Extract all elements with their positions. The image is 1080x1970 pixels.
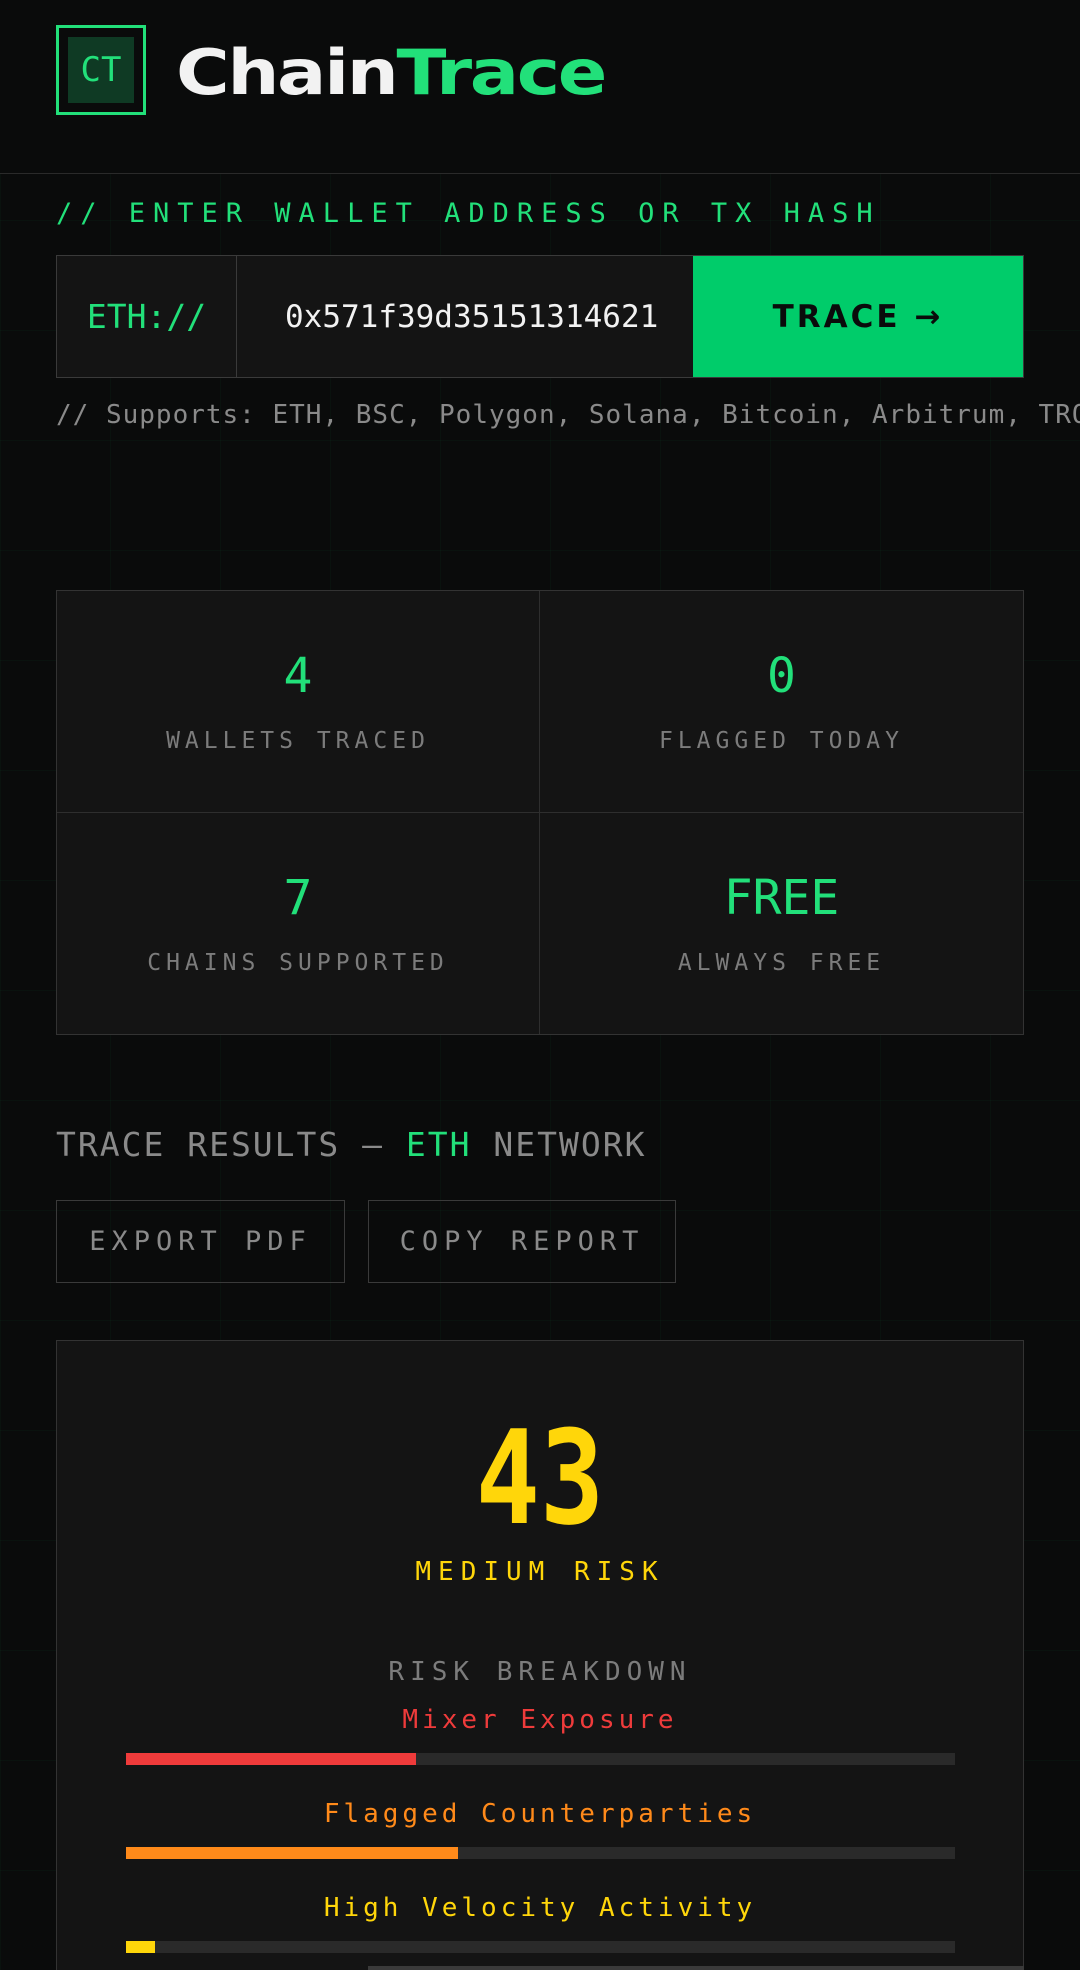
brand-name-part2: Trace [396, 36, 608, 109]
chain-prefix[interactable]: ETH:// [57, 256, 237, 377]
address-input[interactable]: 0x571f39d35151314621 [237, 256, 693, 377]
factor-bar-fill [126, 1847, 458, 1859]
risk-level: MEDIUM RISK [415, 1557, 665, 1587]
factor-label-high-velocity-activity: High Velocity Activity [323, 1893, 757, 1923]
results-title: TRACE RESULTS — ETH NETWORK [56, 1125, 646, 1164]
address-input-value: 0x571f39d35151314621 [285, 298, 659, 335]
stat-label: WALLETS TRACED [166, 728, 430, 755]
results-network: ETH [405, 1125, 472, 1164]
app-header: CT ChainTrace [0, 0, 1080, 174]
stat-value: 0 [767, 648, 796, 705]
stat-value: 4 [283, 648, 313, 705]
stat-label: CHAINS SUPPORTED [147, 950, 449, 977]
stat-value: FREE [723, 870, 840, 927]
risk-card: 43 MEDIUM RISK RISK BREAKDOWN Mixer Expo… [56, 1340, 1024, 1970]
copy-report-button[interactable]: COPY REPORT [368, 1200, 676, 1283]
logo-text: CT [68, 37, 134, 103]
results-title-suffix: NETWORK [471, 1125, 647, 1164]
factor-label-mixer-exposure: Mixer Exposure [402, 1705, 678, 1735]
export-pdf-button[interactable]: EXPORT PDF [56, 1200, 345, 1283]
stat-value: 7 [283, 870, 313, 927]
risk-breakdown-title: RISK BREAKDOWN [388, 1657, 692, 1687]
stat-always-free: FREE ALWAYS FREE [540, 813, 1023, 1035]
next-section-edge [368, 1966, 1024, 1970]
search-prompt-label: // ENTER WALLET ADDRESS OR TX HASH [56, 198, 881, 229]
stats-grid: 4 WALLETS TRACED 0 FLAGGED TODAY 7 CHAIN… [56, 590, 1024, 1035]
factor-bar-mixer-exposure [126, 1753, 955, 1765]
factor-label-flagged-counterparties: Flagged Counterparties [323, 1799, 757, 1829]
risk-score: 43 [475, 1402, 605, 1554]
results-title-prefix: TRACE RESULTS — [56, 1125, 406, 1164]
factor-bar-flagged-counterparties [126, 1847, 955, 1859]
logo-icon[interactable]: CT [56, 25, 146, 115]
supported-chains-note: // Supports: ETH, BSC, Polygon, Solana, … [56, 400, 1080, 430]
stat-wallets-traced: 4 WALLETS TRACED [57, 591, 540, 813]
brand-name-part1: Chain [176, 36, 399, 109]
stat-label: ALWAYS FREE [677, 950, 886, 977]
factor-bar-fill [126, 1941, 155, 1953]
stat-flagged-today: 0 FLAGGED TODAY [540, 591, 1023, 813]
brand-name: ChainTrace [176, 36, 608, 109]
stat-label: FLAGGED TODAY [658, 728, 904, 755]
factor-bar-high-velocity-activity [126, 1941, 955, 1953]
search-bar: ETH:// 0x571f39d35151314621 TRACE → [56, 255, 1024, 378]
stat-chains-supported: 7 CHAINS SUPPORTED [57, 812, 540, 1034]
trace-button[interactable]: TRACE → [693, 256, 1023, 377]
factor-bar-fill [126, 1753, 417, 1765]
